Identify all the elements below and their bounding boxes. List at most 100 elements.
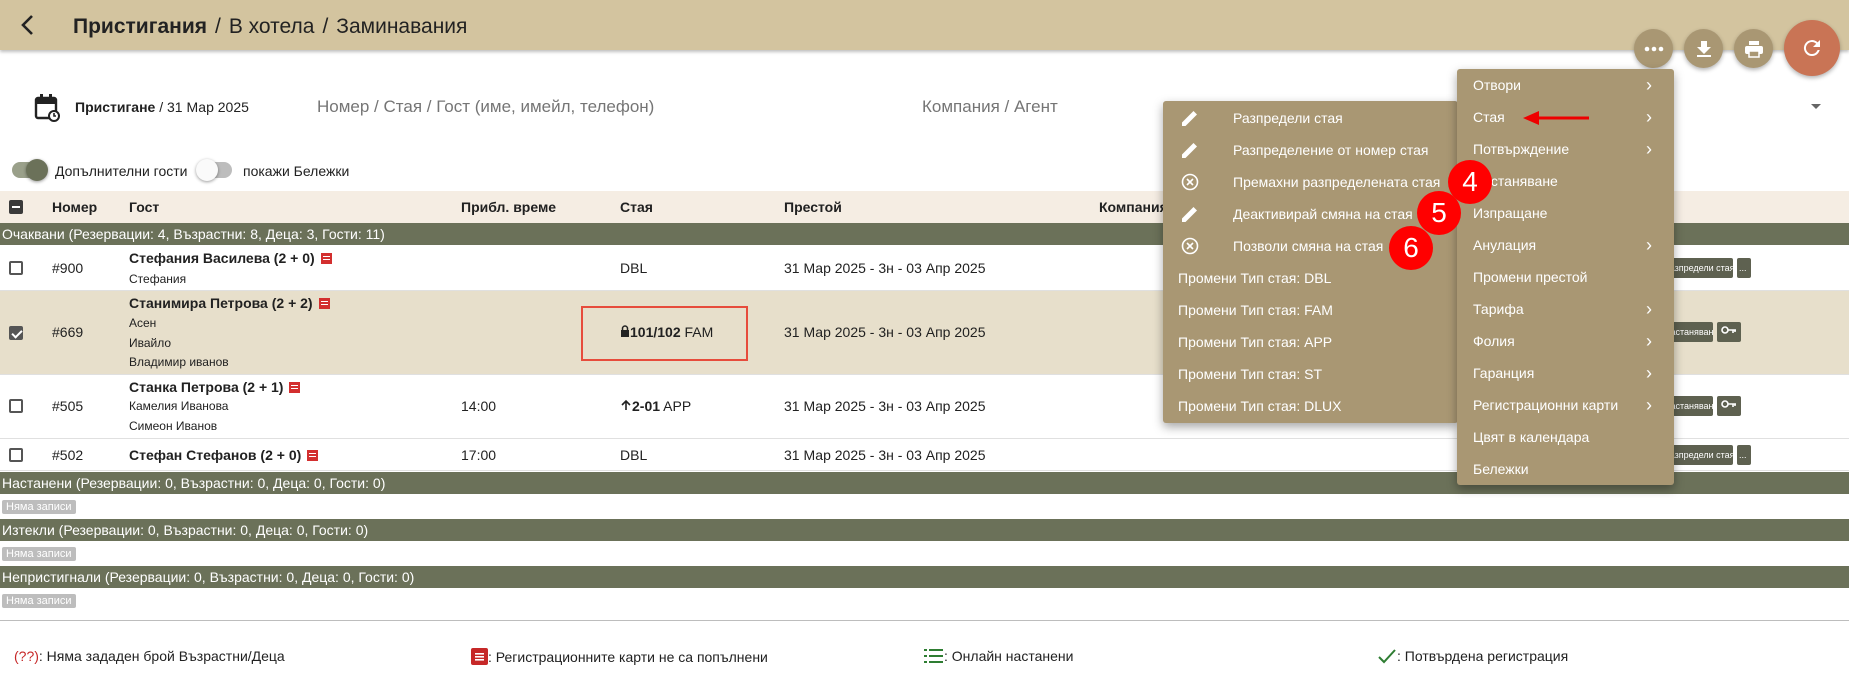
breadcrumb-in-hotel[interactable]: В хотела (229, 15, 315, 38)
more-actions-button[interactable] (1634, 29, 1673, 68)
back-arrow-icon[interactable] (16, 10, 46, 40)
extra-guests-toggle[interactable] (12, 159, 48, 181)
reservation-number: #505 (52, 398, 84, 414)
menu-item-label: Отвори (1473, 77, 1521, 93)
download-button[interactable] (1684, 29, 1723, 68)
reservation-number: #502 (52, 447, 84, 463)
guest-name[interactable]: Стефания Василева (2 + 0) (129, 250, 332, 266)
registration-card-icon (307, 450, 319, 461)
row-checkbox[interactable] (9, 326, 23, 340)
menu-item-change-type-fam[interactable]: Промени Тип стая: FAM (1163, 294, 1458, 326)
registration-card-icon (318, 298, 330, 309)
search-input[interactable]: Номер / Стая / Гост (име, имейл, телефон… (317, 97, 654, 117)
chevron-right-icon: › (1646, 395, 1652, 415)
arrival-time: 17:00 (461, 447, 497, 463)
guest-sub: Камелия Иванова (129, 399, 229, 413)
row-checkbox[interactable] (9, 399, 23, 413)
breadcrumb-departures[interactable]: Заминавания (336, 15, 467, 38)
room-type: APP (663, 398, 692, 414)
col-company[interactable]: Компания (1099, 199, 1168, 215)
page: Пристигания / В хотела / Заминавания Пристиг… (0, 0, 1849, 687)
col-guest[interactable]: Гост (129, 199, 159, 215)
row-checkbox[interactable] (9, 448, 23, 462)
calendar-icon[interactable] (34, 94, 60, 127)
col-room[interactable]: Стая (620, 199, 653, 215)
reservation-number: #669 (52, 324, 84, 340)
select-all-checkbox[interactable] (9, 200, 23, 214)
key-button[interactable] (1717, 322, 1741, 342)
menu-item-open[interactable]: Отвори › (1457, 69, 1674, 101)
menu-item-change-type-st[interactable]: Промени Тип стая: ST (1163, 358, 1458, 390)
menu-item-remove-room[interactable]: Премахни разпределената стая (1163, 166, 1458, 198)
breadcrumb-arrivals[interactable]: Пристигания (73, 15, 207, 38)
company-agent-input[interactable]: Компания / Агент (922, 97, 1058, 117)
show-notes-toggle[interactable] (196, 159, 232, 181)
row-more-button[interactable]: ... (1737, 258, 1751, 278)
menu-item-confirmation[interactable]: Потвърждение › (1457, 133, 1674, 165)
col-number[interactable]: Номер (52, 199, 97, 215)
pencil-icon (1182, 111, 1197, 126)
legend-text: : Няма зададен брой Възрастни/Деца (38, 648, 285, 664)
chevron-right-icon: › (1646, 75, 1652, 95)
col-stay[interactable]: Престой (784, 199, 842, 215)
stay-period: 31 Мар 2025 - 3н - 03 Апр 2025 (784, 398, 986, 414)
toggle-knob (196, 159, 218, 181)
key-button[interactable] (1717, 396, 1741, 416)
room-assignment[interactable]: 2-01 APP (620, 398, 691, 414)
menu-item-registration-cards[interactable]: Регистрационни карти › (1457, 389, 1674, 421)
menu-item-guarantee[interactable]: Гаранция › (1457, 357, 1674, 389)
breadcrumb-separator: / (214, 15, 221, 38)
chevron-right-icon: › (1646, 235, 1652, 255)
date-filter[interactable]: Пристигане / 31 Мар 2025 (75, 99, 249, 115)
key-icon (1721, 326, 1736, 334)
more-dots-icon (1644, 46, 1663, 51)
menu-item-change-type-dlux[interactable]: Промени Тип стая: DLUX (1163, 390, 1458, 422)
dropdown-caret-icon[interactable] (1811, 104, 1821, 109)
col-time[interactable]: Прибл. време (461, 199, 556, 215)
menu-item-label: Разпредели стая (1233, 110, 1343, 126)
menu-item-label: Разпределение от номер стая (1233, 142, 1429, 158)
menu-item-folio[interactable]: Фолия › (1457, 325, 1674, 357)
arrow-up-icon (620, 398, 632, 414)
row-more-button[interactable]: ... (1737, 445, 1751, 465)
menu-item-change-type-app[interactable]: Промени Тип стая: APP (1163, 326, 1458, 358)
guest-name-text: Станка Петрова (2 + 1) (129, 379, 284, 395)
key-icon (1721, 400, 1736, 408)
legend-online-checkin: : Онлайн настанени (924, 648, 1073, 664)
menu-item-check-out[interactable]: Изпращане (1457, 197, 1674, 229)
menu-item-cancellation[interactable]: Анулация › (1457, 229, 1674, 261)
guest-name[interactable]: Стефан Стефанов (2 + 0) (129, 447, 319, 463)
download-icon (1696, 40, 1711, 57)
top-bar: Пристигания / В хотела / Заминавания (0, 0, 1849, 50)
menu-item-rate[interactable]: Тарифа › (1457, 293, 1674, 325)
row-checkbox[interactable] (9, 261, 23, 275)
menu-item-calendar-color[interactable]: Цвят в календара (1457, 421, 1674, 453)
chevron-right-icon: › (1646, 107, 1652, 127)
print-button[interactable] (1734, 29, 1773, 68)
stay-period: 31 Мар 2025 - 3н - 03 Апр 2025 (784, 324, 986, 340)
legend-missing-counts: (??): Няма зададен брой Възрастни/Деца (14, 648, 285, 664)
menu-item-label: Тарифа (1473, 301, 1524, 317)
menu-item-change-stay[interactable]: Промени престой (1457, 261, 1674, 293)
refresh-button[interactable] (1784, 20, 1840, 76)
menu-item-label: Позволи смяна на стая (1233, 238, 1384, 254)
guest-name[interactable]: Станимира Петрова (2 + 2) (129, 295, 330, 311)
menu-item-notes[interactable]: Бележки (1457, 453, 1674, 485)
chevron-right-icon: › (1646, 363, 1652, 383)
guest-name[interactable]: Станка Петрова (2 + 1) (129, 379, 301, 395)
menu-item-label: Анулация (1473, 237, 1537, 253)
menu-item-assign-room[interactable]: Разпредели стая (1163, 102, 1458, 134)
menu-item-assign-by-number[interactable]: Разпределение от номер стая (1163, 134, 1458, 166)
annotation-badge-5: 5 (1417, 191, 1461, 235)
pencil-icon (1182, 207, 1197, 222)
menu-item-label: Премахни разпределената стая (1233, 174, 1441, 190)
group-expired[interactable]: Изтекли (Резервации: 0, Възрастни: 0, Де… (0, 519, 1849, 541)
cancel-circle-icon (1181, 173, 1199, 191)
menu-item-label: Потвърждение (1473, 141, 1570, 157)
guest-name-text: Стефания Василева (2 + 0) (129, 250, 315, 266)
cancel-circle-icon (1181, 237, 1199, 255)
guest-sub: Ивайло (129, 336, 172, 350)
guest-sub: Симеон Иванов (129, 419, 218, 433)
group-no-show[interactable]: Непристигнали (Резервации: 0, Възрастни:… (0, 566, 1849, 588)
print-icon (1744, 40, 1763, 58)
